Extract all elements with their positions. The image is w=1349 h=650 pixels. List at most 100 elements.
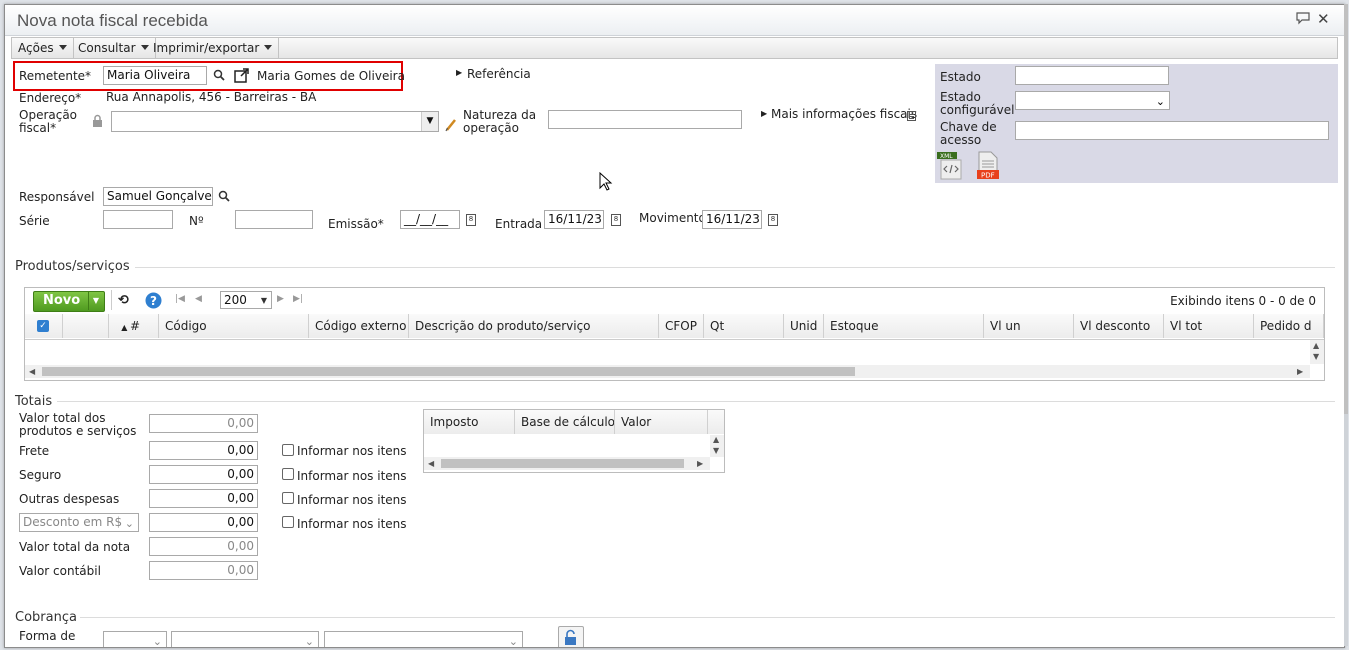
cobranca-select-3[interactable]: ⌄ bbox=[324, 631, 523, 648]
grid-col-descricao[interactable]: Descrição do produto/serviço bbox=[409, 314, 659, 338]
grid-col-estoque[interactable]: Estoque bbox=[824, 314, 984, 338]
grid-col-codigo-externo[interactable]: Código externo bbox=[309, 314, 409, 338]
entrada-input[interactable]: 16/11/23 bbox=[544, 210, 604, 229]
chevron-down-icon: ⌄ bbox=[508, 635, 518, 648]
outras-informar-checkbox[interactable] bbox=[282, 492, 294, 504]
scroll-right-icon[interactable]: ▶ bbox=[1297, 365, 1303, 378]
operacao-fiscal-select[interactable]: ▼ bbox=[111, 111, 439, 132]
impostos-col-base[interactable]: Base de cálculo bbox=[515, 410, 615, 434]
remetente-input[interactable]: Maria Oliveira bbox=[103, 66, 207, 85]
select-all-checkbox[interactable]: ✓ bbox=[37, 320, 49, 332]
search-icon[interactable] bbox=[218, 190, 231, 203]
close-icon[interactable]: ✕ bbox=[1317, 10, 1330, 28]
movimento-input[interactable]: 16/11/23 bbox=[702, 210, 762, 229]
scroll-left-icon[interactable]: ◀ bbox=[428, 457, 434, 470]
grid-col-qt[interactable]: Qt bbox=[704, 314, 784, 338]
grid-header-row: ✓ ▲ # Código Código externo Descrição do… bbox=[25, 314, 1324, 340]
scroll-down-icon[interactable]: ▼ bbox=[713, 444, 719, 457]
calendar-icon[interactable]: 8 bbox=[611, 214, 621, 226]
chevron-down-icon[interactable]: ▼ bbox=[421, 112, 438, 131]
referencia-toggle[interactable]: Referência bbox=[467, 68, 531, 81]
help-icon[interactable]: ? bbox=[145, 292, 162, 309]
grid-col-vl-desconto[interactable]: Vl desconto bbox=[1074, 314, 1164, 338]
numero-input[interactable] bbox=[235, 210, 313, 229]
frete-input[interactable]: 0,00 bbox=[149, 441, 258, 460]
impostos-vscroll[interactable]: ▲ ▼ bbox=[710, 435, 724, 457]
desconto-tipo-value: Desconto em R$ bbox=[23, 515, 123, 529]
seguro-input[interactable]: 0,00 bbox=[149, 465, 258, 484]
cobranca-select-1[interactable]: ⌄ bbox=[103, 631, 167, 648]
serie-input[interactable] bbox=[103, 210, 173, 229]
grid-col-pedido[interactable]: Pedido d bbox=[1254, 314, 1324, 338]
mais-informacoes-toggle[interactable]: Mais informações fiscais bbox=[771, 108, 917, 121]
emissao-input[interactable]: __/__/__ bbox=[400, 210, 460, 229]
cobranca-select-2[interactable]: ⌄ bbox=[171, 631, 319, 647]
desconto-tipo-select[interactable]: Desconto em R$ ⌄ bbox=[19, 513, 139, 532]
external-link-icon[interactable] bbox=[234, 68, 250, 83]
section-divider bbox=[135, 267, 1335, 268]
responsavel-input[interactable]: Samuel Gonçalves bbox=[103, 187, 213, 206]
select-all-cell: ✓ bbox=[25, 314, 63, 338]
last-page-icon[interactable]: ▶| bbox=[293, 294, 303, 304]
grid-col-vl-tot[interactable]: Vl tot bbox=[1164, 314, 1254, 338]
page-scrollbar[interactable] bbox=[1344, 4, 1348, 646]
comment-icon[interactable] bbox=[1295, 11, 1311, 25]
novo-button[interactable]: Novo ▼ bbox=[33, 291, 105, 312]
valor-total-label-2: produtos e serviços bbox=[19, 424, 137, 438]
calendar-icon[interactable]: 8 bbox=[466, 214, 476, 226]
impostos-col-imposto[interactable]: Imposto bbox=[424, 410, 515, 434]
natureza-operacao-input[interactable] bbox=[548, 110, 742, 129]
menu-acoes[interactable]: Ações bbox=[12, 38, 74, 58]
pdf-icon-text: PDF bbox=[981, 172, 995, 180]
grid-col-cfop[interactable]: CFOP bbox=[659, 314, 704, 338]
page-scroll-thumb[interactable] bbox=[1344, 4, 1348, 414]
prev-page-icon[interactable]: ◀ bbox=[195, 294, 202, 304]
pdf-file-icon[interactable]: PDF bbox=[976, 151, 1000, 181]
responsavel-label: Responsável bbox=[19, 190, 95, 204]
page-size-select[interactable]: 200 ▼ bbox=[220, 291, 272, 309]
search-icon[interactable] bbox=[213, 69, 226, 82]
novo-label: Novo bbox=[43, 293, 81, 308]
scroll-down-icon[interactable]: ▼ bbox=[1313, 350, 1319, 363]
chevron-down-icon[interactable]: ▼ bbox=[88, 292, 103, 310]
xml-file-icon[interactable]: XML bbox=[937, 152, 965, 180]
first-page-icon[interactable]: |◀ bbox=[175, 294, 185, 304]
menu-imprimir-exportar[interactable]: Imprimir/exportar bbox=[147, 38, 280, 58]
chave-acesso-input[interactable] bbox=[1015, 121, 1329, 140]
nota-fiscal-window: Nova nota fiscal recebida ✕ Ações Consul… bbox=[4, 4, 1345, 648]
impostos-col-valor[interactable]: Valor bbox=[615, 410, 708, 434]
valor-contabil-input: 0,00 bbox=[149, 561, 258, 580]
pencil-icon[interactable] bbox=[445, 118, 457, 132]
menu-imprimir-label: Imprimir/exportar bbox=[153, 41, 260, 55]
list-icon[interactable] bbox=[907, 111, 916, 121]
grid-col-unid[interactable]: Unid bbox=[784, 314, 824, 338]
remetente-link[interactable]: Maria Gomes de Oliveira bbox=[257, 70, 405, 83]
estado-configuravel-select[interactable]: ⌄ bbox=[1015, 91, 1170, 110]
next-page-icon[interactable]: ▶ bbox=[277, 294, 284, 304]
desconto-informar-checkbox[interactable] bbox=[282, 516, 294, 528]
frete-informar-checkbox[interactable] bbox=[282, 444, 294, 456]
chevron-down-icon: ⌄ bbox=[152, 635, 162, 648]
seguro-informar-checkbox[interactable] bbox=[282, 468, 294, 480]
unlock-button[interactable] bbox=[558, 626, 584, 647]
grid-col-number[interactable]: ▲ # bbox=[109, 314, 159, 338]
scroll-thumb[interactable] bbox=[441, 459, 684, 468]
menu-consultar[interactable]: Consultar bbox=[72, 38, 156, 58]
desconto-input[interactable]: 0,00 bbox=[149, 513, 258, 532]
refresh-icon[interactable]: ⟲ bbox=[118, 293, 129, 308]
estado-input[interactable] bbox=[1015, 66, 1169, 85]
outras-despesas-input[interactable]: 0,00 bbox=[149, 489, 258, 508]
entrada-label: Entrada bbox=[495, 217, 543, 231]
scroll-right-icon[interactable]: ▶ bbox=[697, 457, 703, 470]
grid-col-vl-un[interactable]: Vl un bbox=[984, 314, 1074, 338]
impostos-hscroll[interactable]: ◀ ▶ bbox=[424, 457, 710, 470]
scroll-thumb[interactable] bbox=[42, 367, 855, 376]
mouse-cursor-icon bbox=[599, 172, 613, 192]
scroll-left-icon[interactable]: ◀ bbox=[29, 365, 35, 378]
grid-vscroll[interactable]: ▲ ▼ bbox=[1310, 340, 1324, 364]
calendar-icon[interactable]: 8 bbox=[768, 214, 778, 226]
grid-col-codigo[interactable]: Código bbox=[159, 314, 309, 338]
grid-hscroll[interactable]: ◀ ▶ bbox=[25, 365, 1310, 378]
caret-right-icon: ▶ bbox=[456, 68, 463, 77]
chevron-down-icon: ⌄ bbox=[124, 517, 134, 530]
